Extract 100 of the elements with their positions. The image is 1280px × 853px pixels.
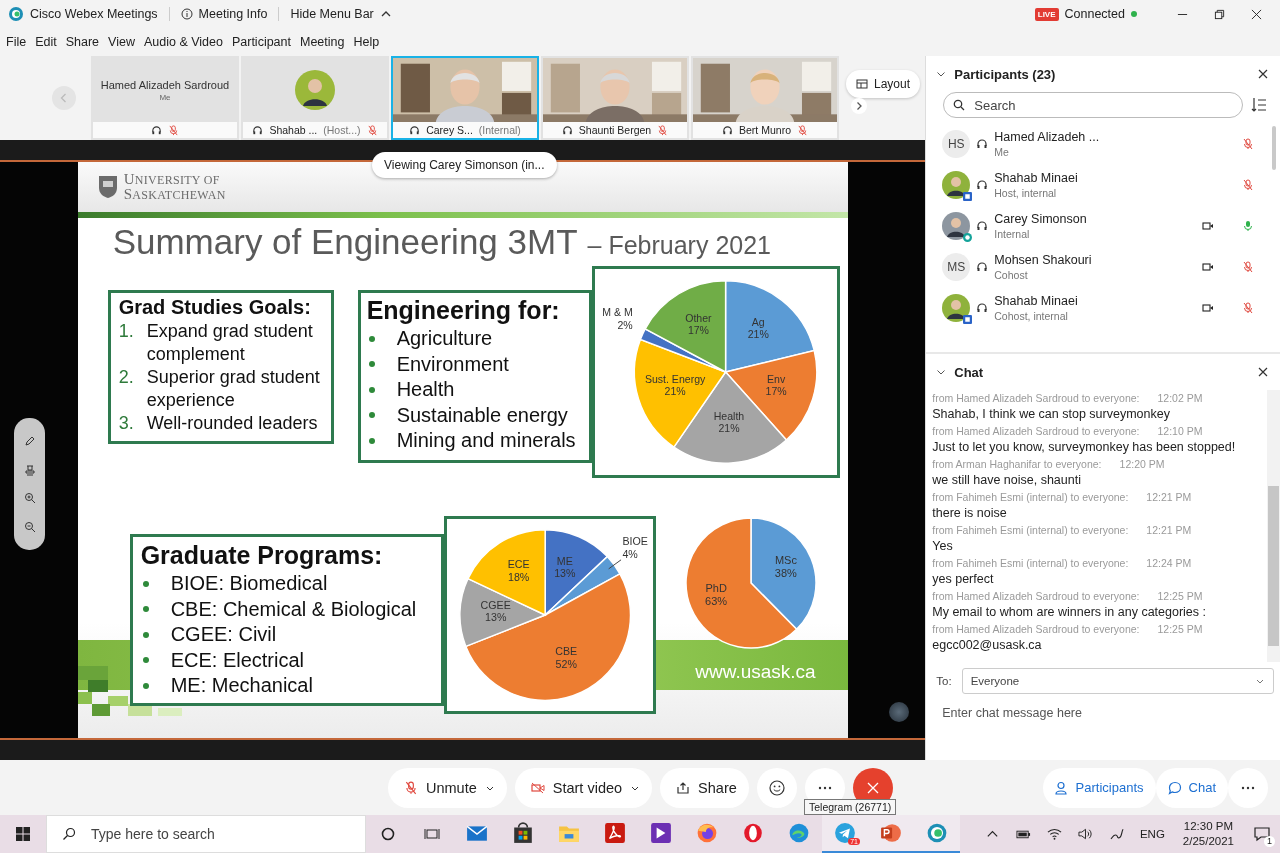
menu-item[interactable]: Participant	[231, 35, 291, 49]
menu-item[interactable]: Share	[65, 35, 100, 49]
participant-role: Cohost	[994, 268, 1029, 281]
menu-item[interactable]: Edit	[35, 35, 57, 49]
stamp-icon[interactable]	[23, 463, 36, 476]
message-text: egcc002@usask.ca	[932, 637, 1043, 654]
video-tile[interactable]: Carey S... (Internal)	[391, 56, 539, 140]
headset-icon	[976, 178, 989, 191]
notification-icon[interactable]	[1254, 826, 1270, 842]
bullet-dot	[142, 657, 149, 664]
start-video-button[interactable]: Start video	[514, 767, 653, 808]
participant-row[interactable]: MS Mohsen Shakouri Cohost	[926, 246, 1280, 287]
list-item: ECE: Electrical	[170, 647, 304, 673]
menu-item[interactable]: Meeting	[300, 35, 345, 49]
collapse-icon[interactable]	[936, 69, 947, 79]
video-tile[interactable]: Shaunti Bergen	[541, 56, 689, 140]
video-tile[interactable]: Bert Munro	[691, 56, 839, 140]
muted-mic-icon[interactable]	[1242, 178, 1255, 191]
camera-off-icon	[530, 780, 545, 795]
muted-mic-icon[interactable]	[1242, 301, 1255, 314]
layout-button[interactable]: Layout	[846, 70, 921, 98]
collapse-icon[interactable]	[936, 367, 947, 377]
message-sender: from Fahimeh Esmi (internal) to everyone:	[932, 556, 1129, 571]
hide-menu-bar-link[interactable]: Hide Menu Bar	[290, 7, 374, 21]
participants-button[interactable]: Participants	[1042, 767, 1156, 808]
recipient-dropdown[interactable]: Everyone	[961, 668, 1274, 694]
chat-button[interactable]: Chat	[1155, 767, 1228, 808]
message-time: 12:25 PM	[1157, 589, 1203, 604]
headset-icon	[252, 124, 264, 136]
webex-logo-icon[interactable]	[926, 822, 948, 844]
participant-name: Mohsen Shakouri	[994, 252, 1093, 267]
muted-mic-icon[interactable]	[1242, 137, 1255, 150]
fox-browser-icon[interactable]	[696, 822, 718, 844]
play-app-icon[interactable]	[650, 822, 672, 844]
muted-mic-icon[interactable]	[1242, 260, 1255, 273]
app-title: Cisco Webex Meetings	[30, 7, 158, 21]
pen-icon[interactable]	[1108, 827, 1124, 841]
scrollbar[interactable]	[1267, 390, 1280, 662]
list-item: Superior grad student experience	[146, 366, 321, 412]
close-icon[interactable]	[1251, 8, 1262, 20]
message-sender: from Hamed Alizadeh Sardroud to everyone:	[932, 391, 1140, 406]
menu-item[interactable]: View	[108, 35, 135, 49]
headset-icon	[976, 260, 989, 273]
mic-icon[interactable]	[1242, 219, 1255, 232]
list-item: Health	[396, 377, 455, 402]
message-text: we still have noise, shaunti	[932, 472, 1082, 489]
message-time: 12:02 PM	[1157, 391, 1203, 406]
info-icon[interactable]	[180, 8, 193, 20]
task-view-icon[interactable]	[424, 826, 440, 842]
share-button[interactable]: Share	[660, 767, 749, 808]
next-button[interactable]	[851, 98, 867, 114]
list-item: CBE: Chemical & Biological	[170, 596, 417, 622]
paper-plane-icon[interactable]	[834, 822, 856, 844]
windows-start-icon[interactable]	[15, 826, 31, 842]
slice-label: Health 21%	[713, 410, 744, 435]
connection-status: Connected	[1064, 7, 1125, 21]
message-sender: from Hamed Alizadeh Sardroud to everyone:	[932, 589, 1140, 604]
menu-item[interactable]: File	[6, 35, 27, 49]
wave-browser-icon[interactable]	[788, 822, 810, 844]
zoom-out-icon[interactable]	[23, 521, 36, 534]
volume-icon[interactable]	[1077, 827, 1093, 841]
participant-name: Hamed Alizadeh ...	[994, 129, 1101, 144]
university-logo-text: UNIVERSITY OF	[123, 172, 221, 187]
message-time: 12:20 PM	[1119, 457, 1165, 472]
sort-icon[interactable]	[1251, 97, 1268, 113]
clock[interactable]: 12:30 PM 2/25/2021	[1182, 819, 1234, 849]
cortana-icon[interactable]	[380, 826, 396, 842]
participant-name: Shahab ...	[269, 124, 318, 136]
participant-row[interactable]: HS Hamed Alizadeh ... Me	[926, 123, 1280, 164]
search-field[interactable]: Search	[943, 92, 1244, 118]
language-indicator[interactable]: ENG	[1139, 828, 1165, 840]
restore-icon[interactable]	[1214, 8, 1225, 20]
participant-row[interactable]: Shahab Minaei Host, internal	[926, 164, 1280, 205]
list-number: 2.	[118, 366, 135, 389]
unmute-button[interactable]: Unmute	[388, 767, 507, 808]
slice-label: MSc 38%	[774, 553, 797, 579]
wifi-icon[interactable]	[1046, 827, 1062, 841]
participant-row[interactable]: Shahab Minaei Cohost, internal	[926, 287, 1280, 328]
participant-name: Carey S...	[426, 124, 473, 136]
university-logo-text: SASKATCHEWAN	[123, 187, 226, 202]
participant-row[interactable]: Carey Simonson Internal	[926, 205, 1280, 246]
menu-item[interactable]: Help	[353, 35, 380, 49]
video-tile[interactable]: Hamed Alizadeh Sardroud Me	[91, 56, 239, 140]
taskbar-search-field[interactable]: Type here to search	[46, 815, 366, 853]
pen-icon[interactable]	[23, 434, 36, 447]
message-sender: from Arman Haghanifar to everyone:	[932, 457, 1102, 472]
ring-browser-icon[interactable]	[742, 822, 764, 844]
zoom-in-icon[interactable]	[23, 492, 36, 505]
close-icon[interactable]	[1258, 367, 1268, 377]
shopping-bag-icon[interactable]	[512, 822, 534, 844]
meeting-info-link[interactable]: Meeting Info	[198, 7, 268, 21]
reactions-button[interactable]	[756, 767, 797, 808]
participant-name: Shahab Minaei	[994, 293, 1079, 308]
webex-logo-icon	[8, 6, 24, 22]
video-tile[interactable]: Shahab ... (Host...)	[241, 56, 389, 140]
pdf-app-icon[interactable]	[604, 822, 626, 844]
menu-item[interactable]: Audio & Video	[143, 35, 223, 49]
close-icon[interactable]	[1258, 69, 1268, 79]
presentation-app-icon[interactable]	[880, 822, 902, 844]
headset-icon	[409, 124, 421, 136]
